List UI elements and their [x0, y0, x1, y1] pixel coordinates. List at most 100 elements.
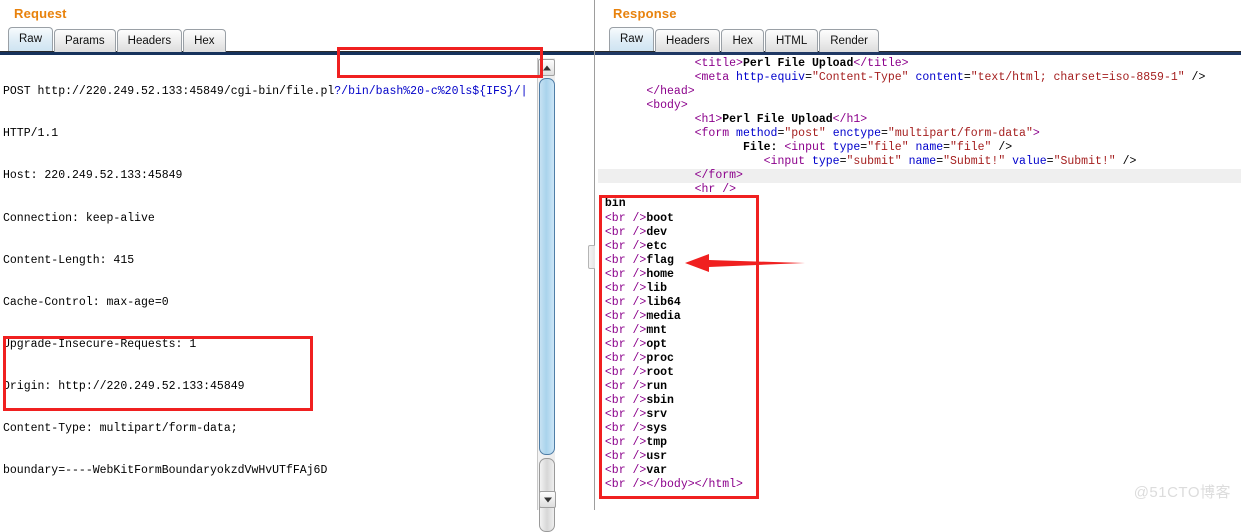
br-tag-token: <br /> — [605, 268, 646, 281]
br-tag-token: <br /> — [605, 310, 646, 323]
dir-entry-line: <br />dev — [598, 226, 1241, 240]
request-header-line: Host: 220.249.52.133:45849 — [3, 169, 556, 183]
tab-request-raw[interactable]: Raw — [8, 27, 53, 51]
source-token: enctype — [833, 127, 881, 140]
request-header-line: boundary=----WebKitFormBoundaryokzdVwHvU… — [3, 464, 556, 478]
dir-entry-line: <br />lib64 — [598, 296, 1241, 310]
source-token: type — [812, 155, 840, 168]
response-source-line: <meta http-equiv="Content-Type" content=… — [598, 71, 1241, 85]
indent-spacer — [598, 338, 605, 351]
dir-entry-name: etc — [646, 240, 667, 253]
source-token: "Submit!" — [943, 155, 1005, 168]
source-token: "Content-Type" — [812, 71, 909, 84]
br-tag-token: <br /> — [605, 282, 646, 295]
request-panel: Request Raw Params Headers Hex POST http… — [0, 0, 595, 510]
source-token: "Submit!" — [1054, 155, 1116, 168]
source-token: "post" — [784, 127, 825, 140]
response-source-line: File: <input type="file" name="file" /> — [598, 141, 1241, 155]
dir-entry-name: media — [646, 310, 681, 323]
tab-response-headers[interactable]: Headers — [655, 29, 720, 52]
dir-entry-first: bin — [598, 197, 1241, 211]
source-token: <input — [764, 155, 812, 168]
dir-entry-line: <br />mnt — [598, 324, 1241, 338]
request-raw-content[interactable]: POST http://220.249.52.133:45849/cgi-bin… — [0, 55, 556, 501]
indent-spacer — [598, 85, 646, 98]
source-token: = — [805, 71, 812, 84]
source-token: value — [1012, 155, 1047, 168]
br-tag-token: <br /> — [605, 240, 646, 253]
br-tag-token: <br /> — [605, 254, 646, 267]
indent-spacer — [598, 268, 605, 281]
request-vertical-scrollbar[interactable] — [537, 58, 555, 510]
response-source-line: </head> — [598, 85, 1241, 99]
br-tag-token: <br /> — [605, 464, 646, 477]
dir-entry-line: <br />opt — [598, 338, 1241, 352]
source-token: /> — [1185, 71, 1206, 84]
indent-spacer — [598, 422, 605, 435]
dir-entry-name: srv — [646, 408, 667, 421]
source-token: "file" — [867, 141, 908, 154]
dir-entry-name: opt — [646, 338, 667, 351]
dir-entry-line: <br />sys — [598, 422, 1241, 436]
scroll-up-arrow-icon[interactable] — [538, 59, 555, 76]
indent-spacer — [598, 450, 605, 463]
dir-entry-line: <br />boot — [598, 212, 1241, 226]
source-token: <h1> — [695, 113, 723, 126]
source-token: </title> — [853, 57, 908, 70]
request-header-line: HTTP/1.1 — [3, 127, 556, 141]
source-token — [902, 155, 909, 168]
tab-request-hex[interactable]: Hex — [183, 29, 225, 52]
scroll-down-arrow-icon[interactable] — [539, 491, 556, 508]
response-source-line: </form> — [598, 169, 1241, 183]
source-token: <body> — [646, 99, 687, 112]
response-raw-content[interactable]: <title> Perl File Upload </title> <meta ht… — [595, 55, 1241, 501]
dir-entry-line: <br />proc — [598, 352, 1241, 366]
scroll-thumb[interactable] — [539, 78, 555, 455]
request-header-line: Connection: keep-alive — [3, 212, 556, 226]
tab-response-hex[interactable]: Hex — [721, 29, 763, 52]
dir-entry-name: root — [646, 366, 674, 379]
dir-entry-line: <br />media — [598, 310, 1241, 324]
request-line-prefix: POST http://220.249.52.133:45849/cgi-bin… — [3, 85, 334, 98]
source-token: = — [1047, 155, 1054, 168]
dir-entry-name: home — [646, 268, 674, 281]
dir-entry-name: lib64 — [646, 296, 681, 309]
dir-entry-name: mnt — [646, 324, 667, 337]
source-token — [909, 71, 916, 84]
response-source-line: <form method="post" enctype="multipart/f… — [598, 127, 1241, 141]
source-token: </head> — [646, 85, 694, 98]
br-tag-token: <br /> — [605, 380, 646, 393]
tab-request-headers[interactable]: Headers — [117, 29, 182, 52]
tab-response-raw[interactable]: Raw — [609, 27, 654, 51]
indent-spacer — [598, 212, 605, 225]
br-tag-token: <br /> — [605, 296, 646, 309]
tab-response-html[interactable]: HTML — [765, 29, 818, 52]
source-token: name — [916, 141, 944, 154]
source-token: = — [964, 71, 971, 84]
source-token: name — [909, 155, 937, 168]
br-tag-token: <br /> — [605, 338, 646, 351]
indent-spacer — [598, 366, 605, 379]
source-token: <title> — [695, 57, 743, 70]
indent-spacer — [598, 436, 605, 449]
indent-spacer — [598, 380, 605, 393]
indent-spacer — [598, 478, 605, 491]
response-tabbar: Raw Headers Hex HTML Render — [595, 26, 1241, 51]
source-token: Perl File Upload — [722, 113, 832, 126]
source-token: type — [833, 141, 861, 154]
dir-entry-name: flag — [646, 254, 674, 267]
br-tag-token: <br /> — [605, 450, 646, 463]
response-source-line: <input type="submit" name="Submit!" valu… — [598, 155, 1241, 169]
br-tag-token: <br /> — [605, 422, 646, 435]
response-source-line: <body> — [598, 99, 1241, 113]
dir-entry-line: <br />tmp — [598, 436, 1241, 450]
tab-response-render[interactable]: Render — [819, 29, 879, 52]
request-header-line: Upgrade-Insecure-Requests: 1 — [3, 338, 556, 352]
response-panel-title: Response — [595, 0, 1241, 21]
indent-spacer — [598, 113, 695, 126]
indent-spacer — [598, 408, 605, 421]
indent-spacer — [598, 254, 605, 267]
tab-request-params[interactable]: Params — [54, 29, 116, 52]
dir-entry-line: <br />lib — [598, 282, 1241, 296]
watermark: @51CTO博客 — [1134, 481, 1231, 502]
